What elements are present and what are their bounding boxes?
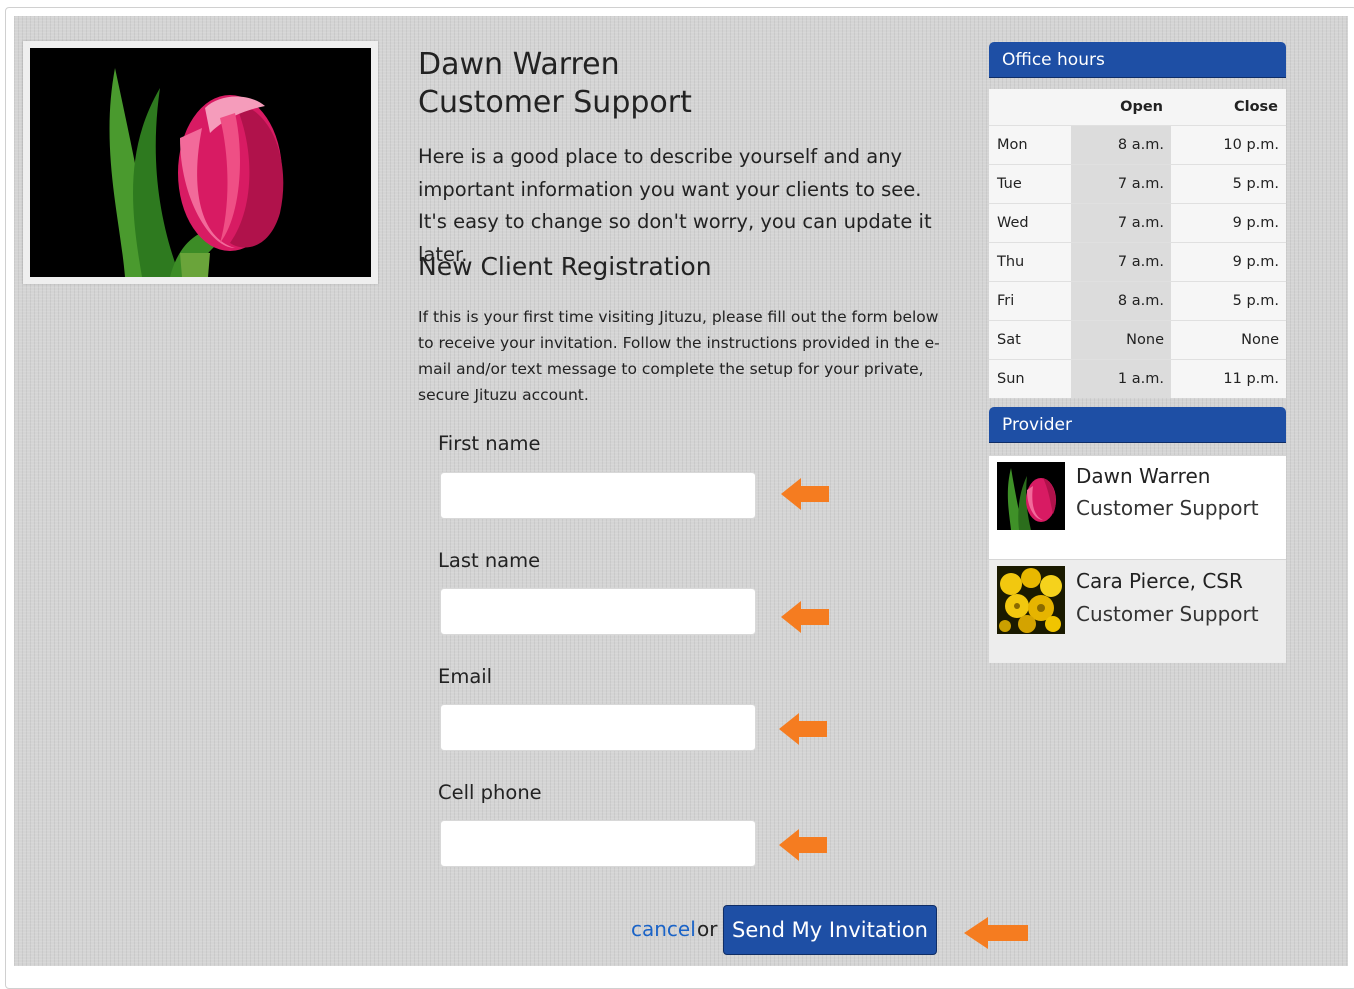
registration-heading: New Client Registration	[418, 252, 712, 281]
table-row: Fri 8 a.m. 5 p.m.	[989, 281, 1286, 321]
cell-phone-label: Cell phone	[438, 781, 542, 804]
provider-photo-yellow-flowers	[997, 566, 1065, 634]
open-cell: 7 a.m.	[1071, 203, 1171, 243]
table-row: Tue 7 a.m. 5 p.m.	[989, 164, 1286, 204]
close-cell: 9 p.m.	[1171, 203, 1286, 243]
column-header-close: Close	[1171, 89, 1286, 126]
first-name-input[interactable]	[440, 472, 756, 519]
send-invitation-button[interactable]: Send My Invitation	[723, 905, 937, 955]
close-cell: 5 p.m.	[1171, 164, 1286, 204]
arrow-left-icon	[781, 601, 829, 633]
provider-card-cara-pierce[interactable]: Cara Pierce, CSR Customer Support	[989, 559, 1286, 663]
table-row: Wed 7 a.m. 9 p.m.	[989, 203, 1286, 243]
arrow-left-icon	[964, 917, 1028, 949]
provider-name: Cara Pierce, CSR	[1076, 569, 1243, 593]
close-cell: 5 p.m.	[1171, 281, 1286, 321]
email-input[interactable]	[440, 704, 756, 751]
day-cell: Sun	[989, 359, 1071, 398]
column-header-open: Open	[1071, 89, 1171, 126]
office-hours-table: Open Close Mon 8 a.m. 10 p.m. Tue 7 a.m.…	[989, 89, 1286, 398]
office-hours-header: Office hours	[989, 42, 1286, 78]
arrow-left-icon	[779, 713, 827, 745]
column-header	[989, 89, 1071, 126]
arrow-left-icon	[779, 829, 827, 861]
cell-phone-input[interactable]	[440, 820, 756, 867]
or-text: or	[697, 917, 718, 941]
provider-name: Dawn Warren	[1076, 464, 1211, 488]
open-cell: 7 a.m.	[1071, 242, 1171, 282]
day-cell: Fri	[989, 281, 1071, 321]
provider-card-dawn-warren[interactable]: Dawn Warren Customer Support	[989, 455, 1286, 559]
open-cell: 7 a.m.	[1071, 164, 1171, 204]
arrow-left-icon	[781, 478, 829, 510]
close-cell: 9 p.m.	[1171, 242, 1286, 282]
close-cell: 11 p.m.	[1171, 359, 1286, 398]
day-cell: Tue	[989, 164, 1071, 204]
table-row: Sun 1 a.m. 11 p.m.	[989, 359, 1286, 398]
day-cell: Sat	[989, 320, 1071, 360]
table-row: Sat None None	[989, 320, 1286, 360]
provider-role: Customer Support	[1076, 496, 1259, 520]
profile-heading: Dawn Warren Customer Support	[418, 46, 692, 122]
profile-photo-frame	[23, 41, 378, 284]
close-cell: 10 p.m.	[1171, 125, 1286, 165]
provider-header: Provider	[989, 407, 1286, 443]
first-name-label: First name	[438, 432, 541, 455]
table-row: Thu 7 a.m. 9 p.m.	[989, 242, 1286, 282]
close-cell: None	[1171, 320, 1286, 360]
open-cell: 1 a.m.	[1071, 359, 1171, 398]
provider-photo-tulip	[997, 462, 1065, 530]
profile-title: Customer Support	[418, 85, 692, 120]
provider-role: Customer Support	[1076, 602, 1259, 626]
open-cell: 8 a.m.	[1071, 125, 1171, 165]
cancel-link[interactable]: cancel	[631, 917, 696, 941]
day-cell: Mon	[989, 125, 1071, 165]
day-cell: Wed	[989, 203, 1071, 243]
registration-description: If this is your first time visiting Jitu…	[418, 308, 940, 404]
table-row: Mon 8 a.m. 10 p.m.	[989, 125, 1286, 165]
open-cell: 8 a.m.	[1071, 281, 1171, 321]
last-name-label: Last name	[438, 549, 541, 572]
email-label: Email	[438, 665, 493, 688]
table-header-row: Open Close	[989, 89, 1286, 126]
day-cell: Thu	[989, 242, 1071, 282]
profile-name: Dawn Warren	[418, 47, 620, 82]
last-name-input[interactable]	[440, 588, 756, 635]
open-cell: None	[1071, 320, 1171, 360]
profile-photo-tulip	[30, 48, 371, 277]
